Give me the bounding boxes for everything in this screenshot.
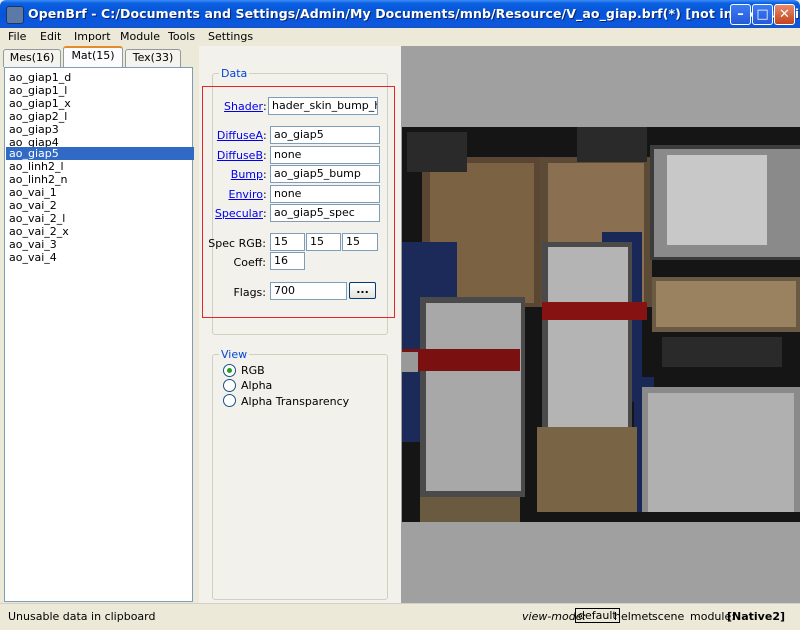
list-item-selected[interactable]: ao_giap5 [6, 147, 194, 160]
app-icon [6, 6, 24, 24]
diffuseA-field[interactable]: ao_giap5 [270, 126, 380, 144]
shader-colon: : [263, 100, 267, 113]
status-message: Unusable data in clipboard [8, 610, 156, 623]
alpha-transparency-label[interactable]: Alpha Transparency [241, 395, 349, 408]
flags-label: Flags: [233, 286, 266, 299]
list-item[interactable]: ao_vai_3 [9, 238, 189, 251]
menu-import[interactable]: Import [74, 30, 111, 43]
list-item[interactable]: ao_giap1_x [9, 97, 189, 110]
diffuseB-link[interactable]: DiffuseB [217, 149, 263, 162]
bump-field[interactable]: ao_giap5_bump [270, 165, 380, 183]
maximize-button[interactable]: □ [752, 4, 773, 25]
armor-texture-image [402, 127, 800, 522]
list-item[interactable]: ao_giap1_l [9, 84, 189, 97]
diffuseA-link[interactable]: DiffuseA [217, 129, 263, 142]
list-item[interactable]: ao_vai_2_l [9, 212, 189, 225]
coeff-field[interactable]: 16 [270, 252, 305, 270]
view-mode-helmet[interactable]: helmet [614, 610, 653, 623]
alpha-transparency-radio[interactable] [223, 394, 236, 407]
shader-link[interactable]: Shader [224, 100, 263, 113]
list-item[interactable]: ao_giap2_l [9, 110, 189, 123]
enviro-link[interactable]: Enviro [229, 188, 264, 201]
list-item[interactable]: ao_linh2_n [9, 173, 189, 186]
list-item[interactable]: ao_giap1_d [9, 71, 189, 84]
list-item[interactable]: ao_vai_2_x [9, 225, 189, 238]
list-item[interactable]: ao_linh2_l [9, 160, 189, 173]
close-button[interactable]: ✕ [774, 4, 795, 25]
view-groupbox [212, 354, 388, 600]
module-value: [Native2] [727, 610, 785, 623]
menu-tools[interactable]: Tools [168, 30, 195, 43]
list-item[interactable]: ao_vai_4 [9, 251, 189, 264]
enviro-field[interactable]: none [270, 185, 380, 203]
diffuseB-field[interactable]: none [270, 146, 380, 164]
title-bar[interactable]: OpenBrf - C:/Documents and Settings/Admi… [0, 0, 800, 28]
view-mode-scene[interactable]: scene [652, 610, 684, 623]
spec-rgb-label: Spec RGB: [208, 237, 266, 250]
specular-field[interactable]: ao_giap5_spec [270, 204, 380, 222]
status-bar: Unusable data in clipboard view-mode: de… [0, 603, 800, 630]
list-item[interactable]: ao_vai_2 [9, 199, 189, 212]
diffuseB-colon: : [263, 149, 267, 162]
view-mode-default[interactable]: default [575, 608, 620, 623]
spec-r-field[interactable]: 15 [270, 233, 305, 251]
alpha-label[interactable]: Alpha [241, 379, 272, 392]
tab-materials[interactable]: Mat(15) [63, 46, 123, 67]
rgb-label[interactable]: RGB [241, 364, 265, 377]
view-group-title: View [219, 348, 250, 361]
enviro-colon: : [263, 188, 267, 201]
shader-field[interactable]: hader_skin_bump_high [268, 97, 378, 115]
menu-settings[interactable]: Settings [208, 30, 253, 43]
menu-module[interactable]: Module [120, 30, 160, 43]
spec-g-field[interactable]: 15 [306, 233, 341, 251]
tab-meshes[interactable]: Mes(16) [3, 49, 61, 67]
data-group-title: Data [219, 67, 250, 80]
bump-link[interactable]: Bump [231, 168, 263, 181]
minimize-button[interactable]: – [730, 4, 751, 25]
list-item[interactable]: ao_vai_1 [9, 186, 189, 199]
coeff-label: Coeff: [233, 256, 266, 269]
rgb-radio[interactable] [223, 364, 236, 377]
material-list[interactable]: ao_giap1_d ao_giap1_l ao_giap1_x ao_giap… [4, 67, 194, 602]
spec-b-field[interactable]: 15 [342, 233, 378, 251]
menu-file[interactable]: File [8, 30, 26, 43]
list-item[interactable]: ao_giap3 [9, 123, 189, 136]
window-title: OpenBrf - C:/Documents and Settings/Admi… [28, 6, 800, 21]
alpha-radio[interactable] [223, 379, 236, 392]
texture-preview [402, 127, 800, 522]
menu-edit[interactable]: Edit [40, 30, 61, 43]
flags-edit-button[interactable]: ... [349, 282, 376, 299]
specular-link[interactable]: Specular [215, 207, 263, 220]
menu-bar: File Edit Import Module Tools Settings [0, 28, 800, 46]
flags-field[interactable]: 700 [270, 282, 347, 300]
bump-colon: : [263, 168, 267, 181]
specular-colon: : [263, 207, 267, 220]
tab-textures[interactable]: Tex(33) [125, 49, 181, 67]
diffuseA-colon: : [263, 129, 267, 142]
